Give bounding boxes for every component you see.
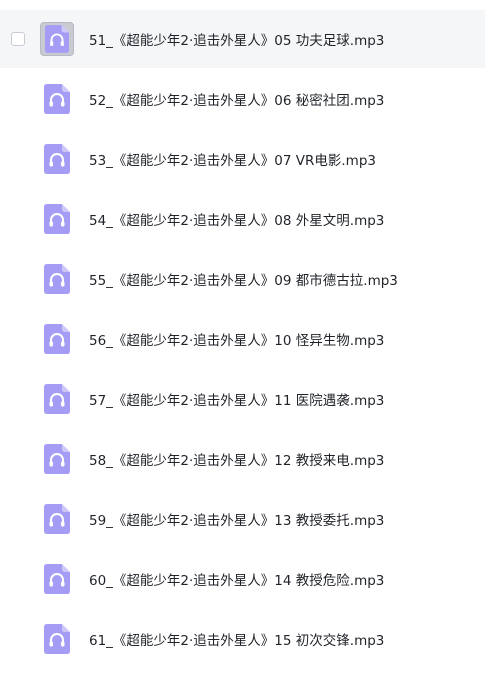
file-icon-wrap — [43, 203, 71, 235]
file-name[interactable]: 61_《超能少年2·追击外星人》15 初次交锋.mp3 — [89, 629, 384, 649]
file-icon-wrap — [43, 263, 71, 295]
audio-file-icon — [44, 204, 70, 234]
file-row[interactable]: 54_《超能少年2·追击外星人》08 外星文明.mp3 — [0, 190, 485, 248]
file-row[interactable]: 56_《超能少年2·追击外星人》10 怪异生物.mp3 — [0, 310, 485, 368]
file-name[interactable]: 51_《超能少年2·追击外星人》05 功夫足球.mp3 — [89, 29, 384, 49]
audio-file-icon — [44, 144, 70, 174]
audio-file-icon — [45, 25, 69, 53]
audio-file-icon — [44, 84, 70, 114]
file-icon-wrap — [43, 623, 71, 655]
file-name[interactable]: 54_《超能少年2·追击外星人》08 外星文明.mp3 — [89, 209, 384, 229]
file-icon-wrap — [43, 143, 71, 175]
audio-file-icon — [44, 264, 70, 294]
file-row[interactable]: 58_《超能少年2·追击外星人》12 教授来电.mp3 — [0, 430, 485, 488]
file-row[interactable]: 51_《超能少年2·追击外星人》05 功夫足球.mp3 — [0, 10, 485, 68]
file-row[interactable]: 61_《超能少年2·追击外星人》15 初次交锋.mp3 — [0, 610, 485, 668]
file-icon-wrap — [43, 443, 71, 475]
audio-file-icon — [44, 444, 70, 474]
row-checkbox[interactable] — [11, 32, 25, 46]
file-row[interactable]: 60_《超能少年2·追击外星人》14 教授危险.mp3 — [0, 550, 485, 608]
file-name[interactable]: 55_《超能少年2·追击外星人》09 都市德古拉.mp3 — [89, 269, 398, 289]
file-icon-wrap — [43, 563, 71, 595]
file-name[interactable]: 53_《超能少年2·追击外星人》07 VR电影.mp3 — [89, 149, 376, 169]
file-row[interactable]: 55_《超能少年2·追击外星人》09 都市德古拉.mp3 — [0, 250, 485, 308]
file-name[interactable]: 57_《超能少年2·追击外星人》11 医院遇袭.mp3 — [89, 389, 384, 409]
file-list: 51_《超能少年2·追击外星人》05 功夫足球.mp3 52_《超能少年2·追击… — [0, 0, 485, 673]
file-name[interactable]: 58_《超能少年2·追击外星人》12 教授来电.mp3 — [89, 449, 384, 469]
file-icon-wrap — [40, 22, 74, 56]
file-name[interactable]: 56_《超能少年2·追击外星人》10 怪异生物.mp3 — [89, 329, 384, 349]
audio-file-icon — [44, 324, 70, 354]
file-icon-wrap — [43, 383, 71, 415]
file-name[interactable]: 59_《超能少年2·追击外星人》13 教授委托.mp3 — [89, 509, 384, 529]
file-icon-wrap — [43, 83, 71, 115]
audio-file-icon — [44, 564, 70, 594]
file-row[interactable]: 52_《超能少年2·追击外星人》06 秘密社团.mp3 — [0, 70, 485, 128]
audio-file-icon — [44, 384, 70, 414]
file-row[interactable]: 59_《超能少年2·追击外星人》13 教授委托.mp3 — [0, 490, 485, 548]
audio-file-icon — [44, 624, 70, 654]
file-row[interactable]: 57_《超能少年2·追击外星人》11 医院遇袭.mp3 — [0, 370, 485, 428]
file-name[interactable]: 52_《超能少年2·追击外星人》06 秘密社团.mp3 — [89, 89, 384, 109]
file-row[interactable]: 53_《超能少年2·追击外星人》07 VR电影.mp3 — [0, 130, 485, 188]
file-icon-wrap — [43, 323, 71, 355]
file-icon-wrap — [43, 503, 71, 535]
audio-file-icon — [44, 504, 70, 534]
file-name[interactable]: 60_《超能少年2·追击外星人》14 教授危险.mp3 — [89, 569, 384, 589]
